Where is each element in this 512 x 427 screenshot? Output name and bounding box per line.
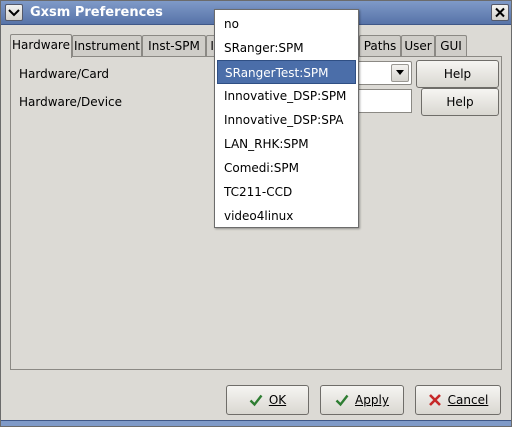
tab-paths[interactable]: Paths xyxy=(359,35,401,57)
dropdown-option[interactable]: LAN_RHK:SPM xyxy=(217,132,356,156)
window-title: Gxsm Preferences xyxy=(30,5,163,20)
close-icon xyxy=(495,7,505,18)
help-button-device[interactable]: Help xyxy=(421,88,499,116)
tab-user[interactable]: User xyxy=(401,35,435,57)
chevron-down-icon xyxy=(8,9,20,17)
apply-button[interactable]: Apply xyxy=(320,385,404,415)
help-label: Help xyxy=(443,67,472,81)
close-button[interactable] xyxy=(491,4,509,21)
dropdown-option[interactable]: Innovative_DSP:SPA xyxy=(217,108,356,132)
tab-inst-spm[interactable]: Inst-SPM xyxy=(142,35,206,57)
dropdown-option[interactable]: SRanger:SPM xyxy=(217,36,356,60)
combo-arrow-button[interactable] xyxy=(391,64,409,82)
tab-instrument[interactable]: Instrument xyxy=(72,35,142,57)
dropdown-option[interactable]: no xyxy=(217,12,356,36)
check-icon xyxy=(335,394,349,407)
help-label: Help xyxy=(446,95,474,109)
window-menu-button[interactable] xyxy=(5,4,23,21)
dropdown-option[interactable]: Innovative_DSP:SPM xyxy=(217,84,356,108)
dropdown-option[interactable]: TC211-CCD xyxy=(217,180,356,204)
dropdown-option[interactable]: Comedi:SPM xyxy=(217,156,356,180)
window-bottom-border xyxy=(1,420,511,426)
ok-button[interactable]: OK xyxy=(226,385,309,415)
triangle-down-icon xyxy=(396,70,404,75)
ok-label: OK xyxy=(268,393,287,407)
hardware-device-label: Hardware/Device xyxy=(19,95,123,109)
x-icon xyxy=(428,394,441,406)
dropdown-option-selected[interactable]: SRangerTest:SPM xyxy=(217,60,356,84)
apply-label: Apply xyxy=(355,393,389,407)
tab-gui[interactable]: GUI xyxy=(435,35,467,57)
hardware-card-label: Hardware/Card xyxy=(19,67,110,81)
hardware-card-dropdown: no SRanger:SPM SRangerTest:SPM Innovativ… xyxy=(214,9,359,228)
help-button-card[interactable]: Help xyxy=(416,60,499,88)
dropdown-option[interactable]: video4linux xyxy=(217,204,356,228)
check-icon xyxy=(249,394,263,407)
cancel-label: Cancel xyxy=(447,393,489,407)
tab-hardware[interactable]: Hardware xyxy=(10,34,72,58)
cancel-button[interactable]: Cancel xyxy=(415,385,501,415)
